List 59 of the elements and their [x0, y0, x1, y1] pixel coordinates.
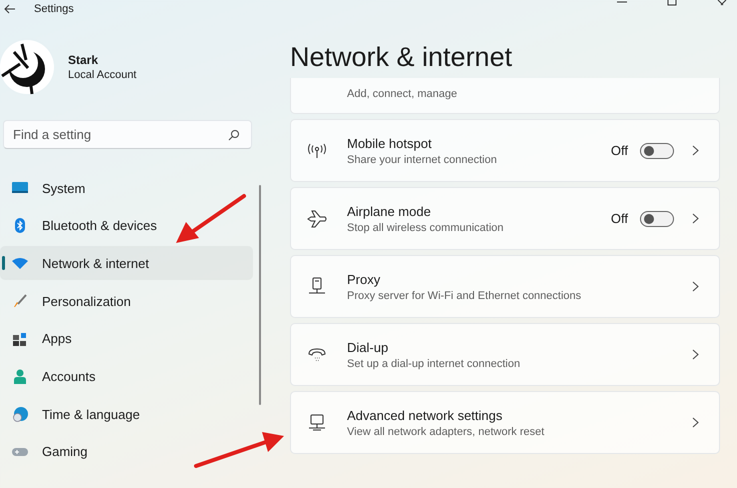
- bluetooth-icon: [15, 218, 25, 234]
- apps-icon: [13, 332, 27, 346]
- setting-title: Advanced network settings: [347, 408, 504, 422]
- close-icon[interactable]: [717, 0, 727, 6]
- page-title: Network & internet: [290, 42, 514, 74]
- setting-title: Dial-up: [347, 340, 390, 354]
- toggle-switch[interactable]: [640, 210, 674, 226]
- brush-icon: [13, 294, 27, 308]
- setting-title: Airplane mode: [347, 204, 432, 218]
- sidebar-item[interactable]: Bluetooth & devices: [0, 208, 253, 243]
- monitor-icon: [12, 182, 28, 194]
- search-field[interactable]: Find a setting: [3, 120, 252, 149]
- wifi-icon: [12, 258, 28, 269]
- sidebar-item[interactable]: Time & language: [0, 397, 253, 432]
- setting-description: Set up a dial-up internet connection: [347, 358, 522, 370]
- sidebar-item[interactable]: Network & internet: [0, 246, 253, 280]
- sidebar-item[interactable]: Personalization: [0, 284, 253, 318]
- scrollbar[interactable]: [259, 185, 261, 405]
- pointer-arrow: [176, 194, 246, 243]
- setting-description: View all network adapters, network reset: [347, 426, 546, 438]
- search-icon[interactable]: [228, 129, 240, 141]
- chevron-right-icon[interactable]: [692, 349, 699, 360]
- sidebar-item[interactable]: Gaming: [0, 434, 253, 469]
- sidebar-item[interactable]: Accounts: [0, 359, 253, 394]
- setting-card[interactable]: Dial-up Set up a dial-up internet connection: [290, 323, 720, 386]
- chevron-right-icon[interactable]: [692, 145, 699, 156]
- setting-title: Mobile hotspot: [347, 136, 433, 150]
- setting-card[interactable]: Advanced network settings View all network adapters, network reset: [290, 391, 720, 454]
- chevron-right-icon[interactable]: [692, 417, 699, 428]
- antenna-icon: [307, 142, 327, 158]
- computer-icon: [308, 414, 326, 432]
- sidebar-item[interactable]: System: [0, 171, 253, 205]
- toggle-switch[interactable]: [640, 142, 674, 158]
- setting-description: Add, connect, manage: [347, 88, 458, 100]
- maximize-icon[interactable]: [667, 0, 677, 6]
- user-name: Stark: [68, 53, 100, 67]
- person-icon: [14, 368, 26, 384]
- airplane-icon: [307, 210, 327, 228]
- back-arrow-icon[interactable]: [4, 4, 16, 14]
- setting-title: Proxy: [347, 272, 382, 286]
- chevron-right-icon[interactable]: [692, 281, 699, 292]
- toggle-state: Off: [610, 211, 628, 226]
- setting-card[interactable]: Airplane mode Stop all wireless communication Off: [290, 187, 720, 250]
- setting-card[interactable]: Mobile hotspot Share your internet connection Off: [290, 119, 720, 182]
- sidebar-item[interactable]: Apps: [0, 322, 253, 356]
- setting-card[interactable]: Proxy Proxy server for Wi-Fi and Ethernet connections: [290, 255, 720, 318]
- window-title: Settings: [34, 3, 74, 15]
- phone-icon: [308, 346, 326, 362]
- setting-description: Proxy server for Wi-Fi and Ethernet connections: [347, 290, 582, 302]
- chevron-right-icon[interactable]: [692, 213, 699, 224]
- setting-description: Stop all wireless communication: [347, 222, 505, 234]
- avatar-icon[interactable]: [0, 38, 54, 96]
- globe-clock-icon: [12, 406, 28, 422]
- setting-description: Share your internet connection: [347, 154, 498, 166]
- computer-tower-icon: [308, 276, 326, 296]
- toggle-state: Off: [610, 143, 628, 158]
- account-type: Local Account: [68, 69, 136, 81]
- setting-card[interactable]: Add, connect, manage: [290, 78, 720, 114]
- gamepad-icon: [12, 446, 28, 457]
